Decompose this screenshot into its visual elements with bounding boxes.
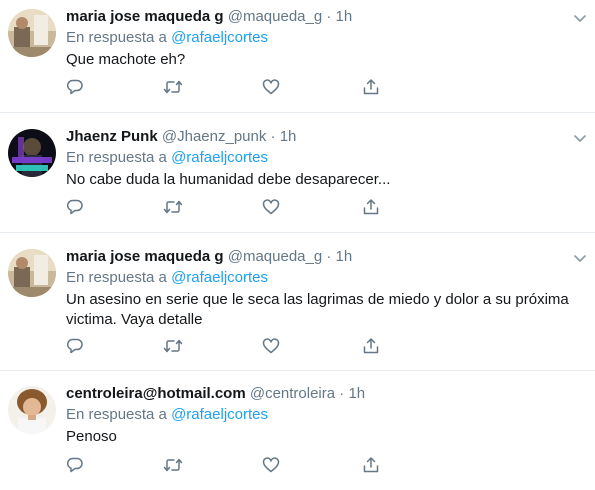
share-icon	[363, 338, 379, 354]
reply-button[interactable]	[66, 198, 86, 218]
timestamp[interactable]: 1h	[336, 248, 353, 265]
heart-icon	[262, 338, 280, 354]
reply-icon	[66, 457, 83, 473]
tweet[interactable]: Jhaenz Punk @Jhaenz_punk · 1h En respues…	[0, 113, 595, 233]
separator: ·	[326, 248, 332, 265]
separator: ·	[326, 8, 332, 25]
heart-icon	[262, 79, 280, 95]
reply-button[interactable]	[66, 78, 86, 98]
display-name[interactable]: Jhaenz Punk	[66, 128, 158, 145]
avatar[interactable]	[8, 9, 56, 57]
reply-button[interactable]	[66, 456, 86, 476]
display-name[interactable]: centroleira@hotmail.com	[66, 385, 246, 402]
tweet-header: maria jose maqueda g @maqueda_g · 1h	[66, 8, 352, 26]
reply-icon	[66, 79, 83, 95]
tweet-actions	[66, 337, 396, 357]
reply-mention-link[interactable]: @rafaeljcortes	[171, 149, 268, 166]
share-button[interactable]	[362, 337, 382, 357]
tweet[interactable]: centroleira@hotmail.com @centroleira · 1…	[0, 371, 595, 490]
timestamp[interactable]: 1h	[280, 128, 297, 145]
display-name[interactable]: maria jose maqueda g	[66, 248, 224, 265]
reply-context: En respuesta a @rafaeljcortes	[66, 149, 268, 167]
user-handle[interactable]: @centroleira	[250, 385, 335, 402]
display-name[interactable]: maria jose maqueda g	[66, 8, 224, 25]
reply-prefix: En respuesta a	[66, 149, 167, 166]
user-handle[interactable]: @maqueda_g	[228, 8, 322, 25]
tweet-actions	[66, 456, 396, 476]
share-button[interactable]	[362, 78, 382, 98]
heart-icon	[262, 457, 280, 473]
tweet-header: Jhaenz Punk @Jhaenz_punk · 1h	[66, 128, 296, 146]
tweet-feed: maria jose maqueda g @maqueda_g · 1h En …	[0, 0, 595, 490]
share-button[interactable]	[362, 456, 382, 476]
separator: ·	[339, 385, 345, 402]
chevron-down-icon[interactable]	[572, 130, 588, 146]
reply-icon	[66, 338, 83, 354]
avatar[interactable]	[8, 129, 56, 177]
share-icon	[363, 457, 379, 473]
like-button[interactable]	[262, 198, 282, 218]
user-handle[interactable]: @Jhaenz_punk	[162, 128, 266, 145]
heart-icon	[262, 199, 280, 215]
tweet-actions	[66, 198, 396, 218]
user-handle[interactable]: @maqueda_g	[228, 248, 322, 265]
reply-prefix: En respuesta a	[66, 406, 167, 423]
chevron-down-icon[interactable]	[572, 250, 588, 266]
retweet-button[interactable]	[163, 198, 183, 218]
tweet-actions	[66, 78, 396, 98]
tweet-header: maria jose maqueda g @maqueda_g · 1h	[66, 248, 352, 266]
reply-mention-link[interactable]: @rafaeljcortes	[171, 29, 268, 46]
share-icon	[363, 79, 379, 95]
reply-button[interactable]	[66, 337, 86, 357]
reply-context: En respuesta a @rafaeljcortes	[66, 269, 268, 287]
like-button[interactable]	[262, 78, 282, 98]
timestamp[interactable]: 1h	[348, 385, 365, 402]
reply-mention-link[interactable]: @rafaeljcortes	[171, 406, 268, 423]
retweet-icon	[163, 458, 183, 472]
share-icon	[363, 199, 379, 215]
reply-context: En respuesta a @rafaeljcortes	[66, 29, 268, 47]
tweet-text: Penoso	[66, 428, 117, 445]
retweet-icon	[163, 339, 183, 353]
tweet[interactable]: maria jose maqueda g @maqueda_g · 1h En …	[0, 233, 595, 371]
share-button[interactable]	[362, 198, 382, 218]
retweet-button[interactable]	[163, 78, 183, 98]
retweet-button[interactable]	[163, 456, 183, 476]
reply-prefix: En respuesta a	[66, 269, 167, 286]
timestamp[interactable]: 1h	[336, 8, 353, 25]
avatar[interactable]	[8, 249, 56, 297]
retweet-icon	[163, 80, 183, 94]
like-button[interactable]	[262, 337, 282, 357]
tweet-text: Que machote eh?	[66, 51, 186, 68]
reply-context: En respuesta a @rafaeljcortes	[66, 406, 268, 424]
chevron-down-icon[interactable]	[572, 10, 588, 26]
retweet-button[interactable]	[163, 337, 183, 357]
like-button[interactable]	[262, 456, 282, 476]
reply-prefix: En respuesta a	[66, 29, 167, 46]
avatar[interactable]	[8, 386, 56, 434]
tweet[interactable]: maria jose maqueda g @maqueda_g · 1h En …	[0, 0, 595, 113]
reply-icon	[66, 199, 83, 215]
tweet-text: No cabe duda la humanidad debe desaparec…	[66, 171, 391, 188]
tweet-text: Un asesino en serie que le seca las lagr…	[66, 291, 569, 328]
tweet-header: centroleira@hotmail.com @centroleira · 1…	[66, 385, 365, 403]
reply-mention-link[interactable]: @rafaeljcortes	[171, 269, 268, 286]
separator: ·	[270, 128, 276, 145]
retweet-icon	[163, 200, 183, 214]
